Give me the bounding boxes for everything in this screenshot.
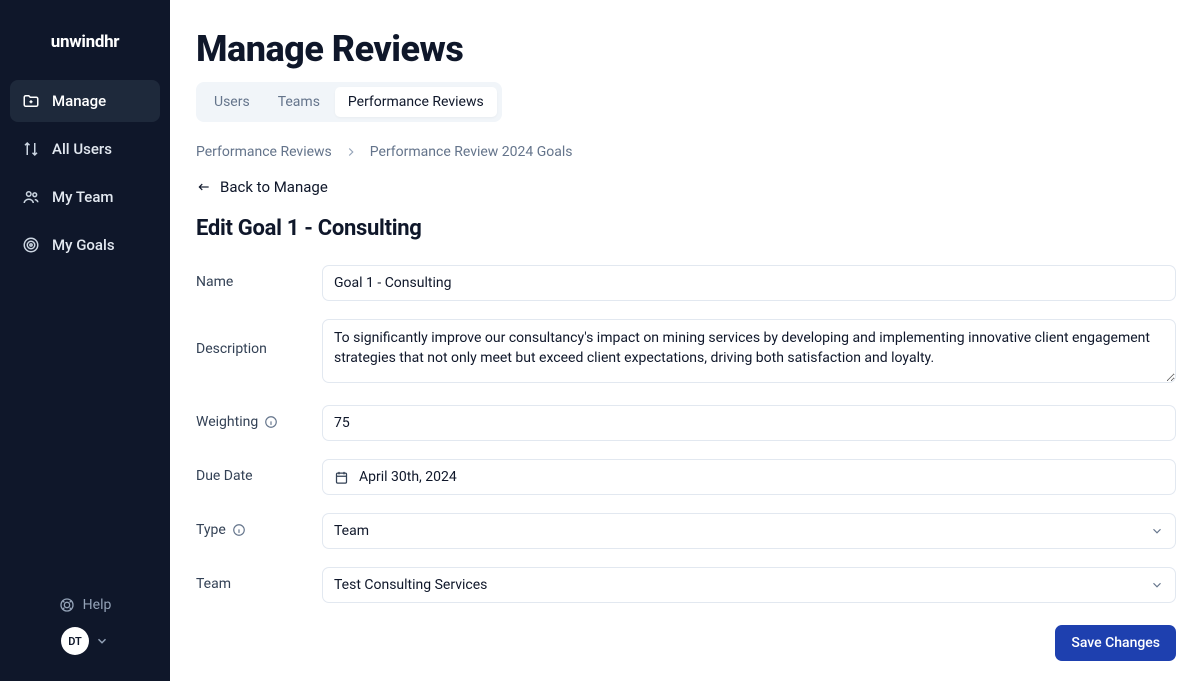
tab-teams[interactable]: Teams [265, 87, 333, 117]
breadcrumb: Performance Reviews Performance Review 2… [196, 144, 1176, 160]
due-date-value: April 30th, 2024 [359, 469, 457, 485]
sidebar-item-label: My Goals [52, 236, 115, 254]
name-input[interactable] [322, 265, 1176, 301]
label-team: Team [196, 567, 322, 592]
save-button[interactable]: Save Changes [1055, 625, 1176, 661]
back-link-label: Back to Manage [220, 178, 328, 196]
target-icon [22, 236, 40, 254]
sidebar: unwindhr Manage All Users My Team My Goa… [0, 0, 170, 681]
page-title: Manage Reviews [196, 28, 1176, 70]
info-icon[interactable] [232, 523, 246, 537]
main-content: Manage Reviews Users Teams Performance R… [170, 0, 1200, 681]
form-row-due-date: Due Date April 30th, 2024 [196, 459, 1176, 495]
label-type: Type [196, 513, 322, 538]
label-weighting: Weighting [196, 405, 322, 430]
chevron-down-icon [95, 634, 109, 648]
sort-icon [22, 140, 40, 158]
sidebar-item-all-users[interactable]: All Users [10, 128, 160, 170]
form-row-team: Team Test Consulting Services [196, 567, 1176, 603]
folder-icon [22, 92, 40, 110]
section-title: Edit Goal 1 - Consulting [196, 216, 1176, 241]
tab-performance-reviews[interactable]: Performance Reviews [335, 87, 497, 117]
breadcrumb-performance-reviews[interactable]: Performance Reviews [196, 144, 332, 160]
sidebar-nav: Manage All Users My Team My Goals [10, 80, 160, 266]
due-date-picker[interactable]: April 30th, 2024 [322, 459, 1176, 495]
form-actions: Save Changes [196, 625, 1176, 661]
team-value: Test Consulting Services [334, 577, 487, 593]
label-due-date: Due Date [196, 459, 322, 484]
sidebar-item-my-goals[interactable]: My Goals [10, 224, 160, 266]
label-name: Name [196, 265, 322, 290]
form-row-description: Description [196, 319, 1176, 387]
user-menu[interactable]: DT [61, 627, 109, 655]
sidebar-item-label: My Team [52, 188, 113, 206]
sidebar-item-manage[interactable]: Manage [10, 80, 160, 122]
help-link[interactable]: Help [59, 597, 112, 613]
calendar-icon [334, 470, 349, 485]
chevron-down-icon [1150, 524, 1164, 538]
brand-logo: unwindhr [10, 10, 160, 80]
sidebar-item-label: All Users [52, 140, 112, 158]
tab-users[interactable]: Users [201, 87, 263, 117]
form-row-name: Name [196, 265, 1176, 301]
back-link[interactable]: Back to Manage [196, 178, 328, 196]
help-label: Help [83, 597, 112, 613]
chevron-right-icon [344, 145, 358, 159]
arrow-left-icon [196, 180, 212, 194]
avatar: DT [61, 627, 89, 655]
label-description: Description [196, 319, 322, 357]
form-row-weighting: Weighting [196, 405, 1176, 441]
life-buoy-icon [59, 597, 75, 613]
sidebar-bottom: Help DT [10, 597, 160, 671]
description-textarea[interactable] [322, 319, 1176, 383]
sidebar-item-label: Manage [52, 92, 106, 110]
team-select[interactable]: Test Consulting Services [322, 567, 1176, 603]
chevron-down-icon [1150, 578, 1164, 592]
users-icon [22, 188, 40, 206]
form-row-type: Type Team [196, 513, 1176, 549]
info-icon[interactable] [264, 415, 278, 429]
weighting-input[interactable] [322, 405, 1176, 441]
breadcrumb-current[interactable]: Performance Review 2024 Goals [370, 144, 573, 160]
tabs: Users Teams Performance Reviews [196, 82, 502, 122]
type-value: Team [334, 523, 369, 539]
sidebar-item-my-team[interactable]: My Team [10, 176, 160, 218]
type-select[interactable]: Team [322, 513, 1176, 549]
